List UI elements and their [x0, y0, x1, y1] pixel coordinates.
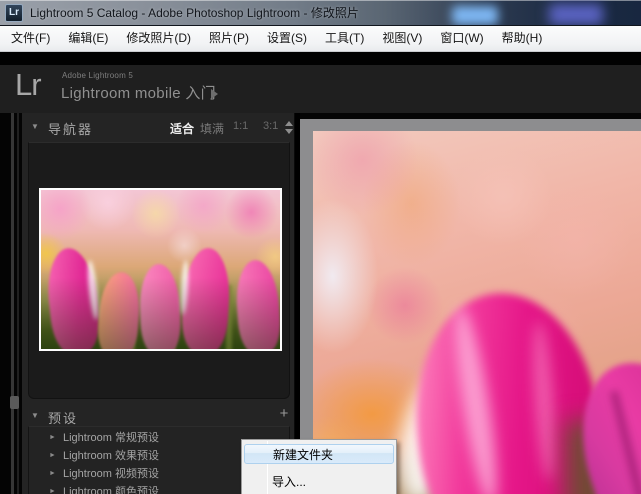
preset-folder-label: Lightroom 效果预设 — [63, 450, 159, 462]
window-title: Lightroom 5 Catalog - Adobe Photoshop Li… — [30, 6, 359, 20]
zoom-fit-button[interactable]: 适合 — [170, 120, 194, 137]
presets-title: 预设 — [48, 411, 79, 426]
photo-stem-shape — [129, 290, 135, 349]
menu-item-settings[interactable]: 设置(S) — [258, 26, 316, 51]
photo-highlight-shape — [85, 259, 101, 321]
photo-stem-shape — [79, 285, 85, 349]
zoom-ratio-stepper-icon[interactable] — [285, 121, 294, 134]
app-icon[interactable]: Lr — [5, 4, 23, 22]
window-title-bar[interactable]: Lr Lightroom 5 Catalog - Adobe Photoshop… — [0, 0, 641, 26]
photo-tulip-shape — [233, 258, 280, 349]
disclosure-triangle-icon[interactable]: ► — [49, 429, 56, 447]
disclosure-triangle-icon[interactable]: ► — [49, 447, 56, 465]
photo-stem-shape — [226, 285, 232, 349]
navigator-header[interactable]: ▼ 导航器 适合 填满 1:1 3:1 — [22, 113, 295, 142]
left-panel-group: ▼ 导航器 适合 填满 1:1 3:1 ▼ 预设 + ► Lightroom 常… — [22, 113, 295, 494]
panel-collapse-rail[interactable] — [0, 113, 22, 494]
preset-folder-label: Lightroom 常规预设 — [63, 432, 159, 444]
menu-item-tools[interactable]: 工具(T) — [316, 26, 373, 51]
zoom-3-1-button[interactable]: 3:1 — [263, 120, 278, 132]
menu-item-photo[interactable]: 照片(P) — [200, 26, 258, 51]
rail-line — [17, 113, 19, 494]
rail-grip[interactable] — [10, 396, 19, 409]
identity-plate-title[interactable]: Lightroom mobile 入门 — [61, 82, 216, 103]
lightroom-window: Lr Lightroom 5 Catalog - Adobe Photoshop… — [0, 0, 641, 494]
navigator-preview-image[interactable] — [39, 188, 282, 351]
photo-tulip-shape — [180, 246, 232, 349]
preset-folder-label: Lightroom 视频预设 — [63, 468, 159, 480]
navigator-title: 导航器 — [48, 122, 94, 137]
identity-plate: Lr Adobe Lightroom 5 Lightroom mobile 入门 — [0, 65, 641, 113]
glass-reflection — [452, 6, 498, 25]
disclosure-triangle-icon[interactable]: ▼ — [31, 122, 39, 131]
menu-item-edit[interactable]: 编辑(E) — [59, 26, 117, 51]
forward-arrow-icon[interactable] — [211, 89, 218, 99]
photo-tulip-shape — [43, 245, 103, 349]
context-menu: 新建文件夹 导入... — [241, 439, 397, 494]
menu-item-window[interactable]: 窗口(W) — [431, 26, 492, 51]
photo-canvas — [300, 119, 641, 494]
menu-item-develop[interactable]: 修改照片(D) — [117, 26, 200, 51]
context-menu-item-label: 新建文件夹 — [273, 448, 334, 462]
photo-highlight-shape — [179, 259, 190, 316]
photo-tulip-shape — [96, 270, 142, 349]
preset-folder-label: Lightroom 颜色预设 — [63, 486, 159, 494]
divider — [0, 52, 641, 65]
zoom-1-1-button[interactable]: 1:1 — [233, 120, 248, 132]
disclosure-triangle-icon[interactable]: ▼ — [31, 411, 39, 420]
context-menu-item-label: 导入... — [272, 475, 307, 489]
menu-item-file[interactable]: 文件(F) — [2, 26, 59, 51]
disclosure-triangle-icon[interactable]: ► — [49, 465, 56, 483]
zoom-fill-button[interactable]: 填满 — [200, 120, 224, 137]
rail-line — [11, 113, 14, 494]
photo-tulip-shape — [138, 263, 182, 349]
identity-plate-subtitle: Adobe Lightroom 5 — [62, 71, 134, 80]
navigator-panel — [28, 142, 290, 399]
context-menu-item-new-folder[interactable]: 新建文件夹 — [244, 444, 394, 464]
glass-reflection — [549, 4, 603, 25]
context-menu-item-import[interactable]: 导入... — [244, 471, 394, 493]
main-view — [300, 113, 641, 494]
photo-stem-shape — [169, 288, 175, 349]
menu-item-help[interactable]: 帮助(H) — [493, 26, 552, 51]
disclosure-triangle-icon[interactable]: ► — [49, 483, 56, 494]
lightroom-logo: Lr — [15, 67, 42, 102]
add-preset-button[interactable]: + — [276, 405, 292, 423]
menu-bar: 文件(F) 编辑(E) 修改照片(D) 照片(P) 设置(S) 工具(T) 视图… — [0, 26, 641, 52]
menu-item-view[interactable]: 视图(V) — [373, 26, 431, 51]
